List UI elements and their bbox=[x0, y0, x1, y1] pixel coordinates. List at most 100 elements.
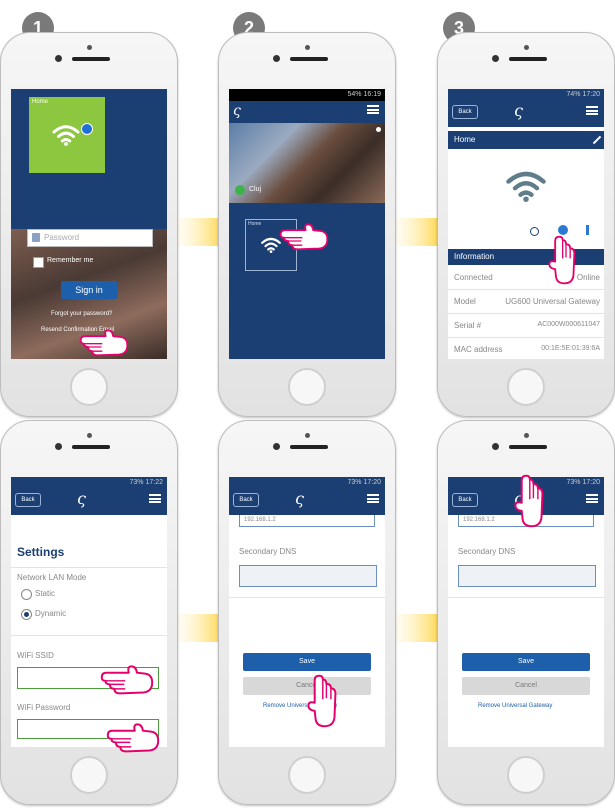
password-field[interactable]: Password bbox=[27, 229, 153, 247]
app-logo: ς bbox=[77, 489, 86, 508]
camera-icon bbox=[492, 443, 499, 450]
home-tile-label: Home bbox=[32, 99, 49, 105]
gear-icon[interactable] bbox=[558, 225, 568, 235]
sign-in-button[interactable]: Sign in bbox=[61, 281, 117, 299]
home-button[interactable] bbox=[70, 368, 108, 406]
info-row: Model UG600 Universal Gateway bbox=[448, 291, 604, 314]
secondary-dns-label: Secondary DNS bbox=[458, 547, 516, 556]
camera-icon bbox=[273, 55, 280, 62]
check-icon bbox=[235, 185, 245, 195]
home-tile[interactable]: Home bbox=[29, 97, 105, 173]
menu-icon[interactable] bbox=[586, 494, 598, 503]
home-section-header: Home bbox=[448, 131, 604, 149]
camera-icon bbox=[55, 55, 62, 62]
remember-label: Remember me bbox=[47, 257, 94, 264]
secondary-dns-input[interactable] bbox=[458, 565, 596, 587]
settings-title: Settings bbox=[17, 545, 65, 559]
home-title: Home bbox=[454, 135, 476, 144]
menu-icon[interactable] bbox=[586, 106, 598, 115]
pointing-hand-icon bbox=[303, 673, 339, 729]
phone-step-4: 73% 17:22 Back ς Settings Network LAN Mo… bbox=[0, 420, 178, 805]
back-button[interactable]: Back bbox=[233, 493, 259, 507]
info-value: 00:1E:5E:01:39:6A bbox=[541, 345, 600, 352]
dynamic-label: Dynamic bbox=[35, 609, 67, 618]
dynamic-radio[interactable] bbox=[21, 609, 32, 620]
home-button[interactable] bbox=[288, 756, 326, 794]
home-button[interactable] bbox=[288, 368, 326, 406]
lock-icon bbox=[32, 233, 40, 242]
back-button[interactable]: Back bbox=[452, 105, 478, 119]
login-screen: Home Password Remember me Sign in Forgot… bbox=[11, 89, 167, 359]
device-screen: 74% 17:20 Back ς Home Information Connec… bbox=[448, 89, 604, 359]
wifi-ssid-label: WiFi SSID bbox=[17, 651, 54, 660]
cancel-button[interactable]: Cancel bbox=[462, 677, 590, 695]
menu-icon[interactable] bbox=[149, 494, 161, 503]
home-button[interactable] bbox=[507, 756, 545, 794]
forgot-password-link[interactable]: Forgot your password? bbox=[51, 311, 112, 317]
info-value: AC000W000611047 bbox=[537, 321, 600, 328]
information-header: Information bbox=[448, 249, 604, 265]
home-button[interactable] bbox=[507, 368, 545, 406]
wifi-icon bbox=[51, 123, 81, 147]
pointing-hand-icon bbox=[79, 325, 129, 359]
info-key: MAC address bbox=[454, 345, 503, 354]
app-logo: ς bbox=[514, 101, 523, 120]
home-tile-label: Home bbox=[248, 221, 262, 227]
phone-step-2: 54% 16:19 ς Cluj Home bbox=[218, 32, 396, 417]
menu-icon[interactable] bbox=[367, 105, 379, 114]
card-label: Cluj bbox=[249, 186, 262, 193]
static-label: Static bbox=[35, 589, 56, 598]
settings-screen: 73% 17:22 Back ς Settings Network LAN Mo… bbox=[11, 477, 167, 747]
info-key: Serial # bbox=[454, 321, 482, 330]
camera-icon bbox=[492, 55, 499, 62]
phone-step-1: Home Password Remember me Sign in Forgot… bbox=[0, 32, 178, 417]
check-badge-icon bbox=[81, 123, 93, 135]
phone-step-5: 73% 17:20 Back ς 192.168.1.2 Secondary D… bbox=[218, 420, 396, 805]
info-key: Connected bbox=[454, 273, 493, 282]
home-button[interactable] bbox=[70, 756, 108, 794]
camera-icon bbox=[55, 443, 62, 450]
status-bar: 73% 17:22 bbox=[11, 477, 167, 489]
pointing-hand-icon bbox=[510, 473, 546, 529]
secondary-dns-label: Secondary DNS bbox=[239, 547, 297, 556]
gear-icon[interactable] bbox=[376, 127, 381, 132]
back-button[interactable]: Back bbox=[15, 493, 41, 507]
search-icon[interactable] bbox=[530, 227, 539, 236]
pin-icon[interactable] bbox=[586, 225, 589, 235]
remove-gateway-link[interactable]: Remove Universal Gateway bbox=[478, 703, 552, 709]
menu-icon[interactable] bbox=[367, 494, 379, 503]
info-row: MAC address 00:1E:5E:01:39:6A bbox=[448, 339, 604, 359]
app-logo: ς bbox=[295, 489, 304, 508]
camera-icon bbox=[273, 443, 280, 450]
remember-checkbox[interactable] bbox=[33, 257, 44, 268]
header-bar: 73% 17:22 Back ς bbox=[11, 477, 167, 515]
app-logo: ς bbox=[233, 103, 241, 119]
phone-step-3: 74% 17:20 Back ς Home Information Connec… bbox=[437, 32, 615, 417]
edit-icon[interactable] bbox=[592, 135, 602, 145]
secondary-dns-input[interactable] bbox=[239, 565, 377, 587]
information-title: Information bbox=[454, 252, 495, 261]
status-bar: 73% 17:20 bbox=[229, 477, 385, 489]
header-bar: 73% 17:20 Back ς bbox=[229, 477, 385, 515]
save-button[interactable]: Save bbox=[462, 653, 590, 671]
save-button[interactable]: Save bbox=[243, 653, 371, 671]
info-key: Model bbox=[454, 297, 476, 306]
status-bar: 74% 17:20 bbox=[448, 89, 604, 101]
status-bar: 54% 16:19 bbox=[229, 89, 385, 101]
static-radio[interactable] bbox=[21, 589, 32, 600]
info-value: UG600 Universal Gateway bbox=[505, 297, 600, 306]
info-value: Online bbox=[576, 273, 600, 282]
ip-field[interactable]: 192.168.1.2 bbox=[239, 515, 375, 527]
pointing-hand-icon bbox=[544, 235, 578, 285]
header-bar: 74% 17:20 Back ς bbox=[448, 89, 604, 127]
lan-mode-label: Network LAN Mode bbox=[17, 573, 87, 582]
wifi-password-label: WiFi Password bbox=[17, 703, 71, 712]
pointing-hand-icon bbox=[279, 219, 329, 253]
info-row: Connected Online bbox=[448, 267, 604, 290]
phone-step-6: 73% 17:20 Back ς 192.168.1.2 Secondary D… bbox=[437, 420, 615, 805]
cluj-card[interactable]: Cluj bbox=[229, 123, 385, 203]
password-placeholder: Password bbox=[44, 233, 80, 242]
info-row: Serial # AC000W000611047 bbox=[448, 315, 604, 338]
pointing-hand-icon bbox=[105, 719, 161, 755]
back-button[interactable]: Back bbox=[452, 493, 478, 507]
